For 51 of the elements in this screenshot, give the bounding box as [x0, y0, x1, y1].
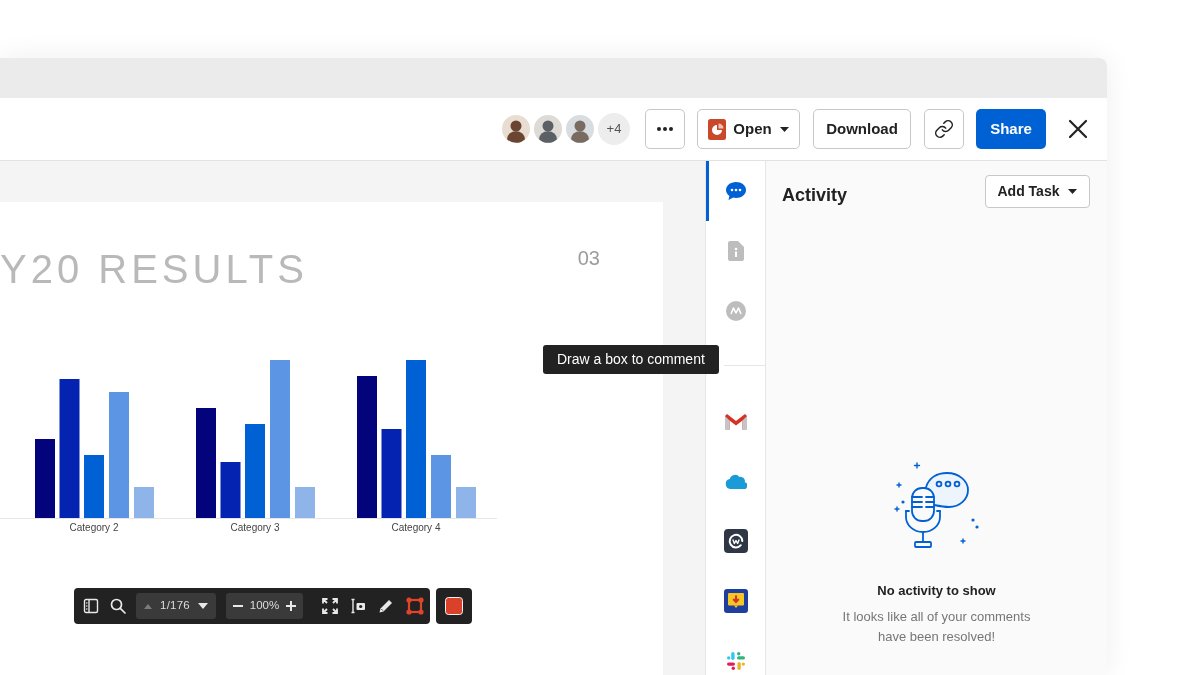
chart-bar [431, 455, 451, 518]
category-label: Category 2 [69, 522, 119, 533]
sidebar-toggle-icon[interactable] [83, 598, 99, 614]
selection-box-icon[interactable] [406, 597, 424, 615]
download-tile-icon[interactable] [723, 589, 748, 613]
avatar [532, 113, 564, 145]
slide-title: Y20 RESULTS [0, 249, 308, 289]
circle-zigzag-icon [725, 301, 746, 321]
cloud-icon[interactable] [724, 473, 747, 489]
empty-state-title: No activity to show [877, 582, 996, 600]
caret-down-icon [1068, 189, 1078, 194]
chart-bar [295, 487, 315, 518]
open-button[interactable]: Open [697, 109, 800, 149]
chart-bar [220, 462, 241, 518]
expand-icon[interactable] [322, 598, 338, 614]
tooltip: Draw a box to comment [543, 345, 719, 374]
chart-bar [84, 455, 104, 518]
avatar [564, 113, 596, 145]
add-task-button[interactable]: Add Task [985, 175, 1090, 208]
copy-link-button[interactable] [924, 109, 964, 149]
caret-down-icon [779, 126, 789, 132]
caret-down-icon[interactable] [198, 603, 208, 609]
plus-icon[interactable] [286, 601, 296, 611]
color-swatch-icon [445, 597, 463, 615]
close-icon[interactable] [1068, 119, 1088, 139]
panel-title: Activity [782, 184, 848, 207]
link-icon [934, 119, 954, 139]
zoom-level: 100% [249, 598, 280, 614]
search-icon[interactable] [110, 598, 126, 614]
ellipsis-icon [657, 127, 673, 131]
text-cursor-icon[interactable] [350, 598, 366, 614]
slide-number: 03 [577, 246, 600, 270]
chart-bar [456, 487, 476, 518]
category-label: Category 4 [391, 522, 441, 533]
category-label: Category 3 [230, 522, 280, 533]
envelope-m-icon[interactable] [724, 412, 747, 430]
presentation-file-icon [708, 118, 727, 140]
color-picker-button[interactable] [436, 588, 472, 624]
share-button[interactable]: Share [976, 109, 1046, 149]
info-document-icon [727, 241, 744, 261]
chat-bubble-icon [724, 181, 747, 201]
pencil-icon[interactable] [378, 598, 394, 614]
avatar [500, 113, 532, 145]
download-button[interactable]: Download [813, 109, 911, 149]
collaborator-count-badge[interactable]: +4 [598, 113, 630, 145]
empty-state-message: It looks like all of your comments have been resolved! [841, 608, 1032, 646]
page-counter: 1/176 [160, 598, 190, 614]
more-options-button[interactable] [645, 109, 685, 149]
chart-bar [134, 487, 154, 518]
pinwheel-icon[interactable] [725, 651, 746, 671]
at-sign-tile-icon[interactable] [723, 529, 748, 553]
